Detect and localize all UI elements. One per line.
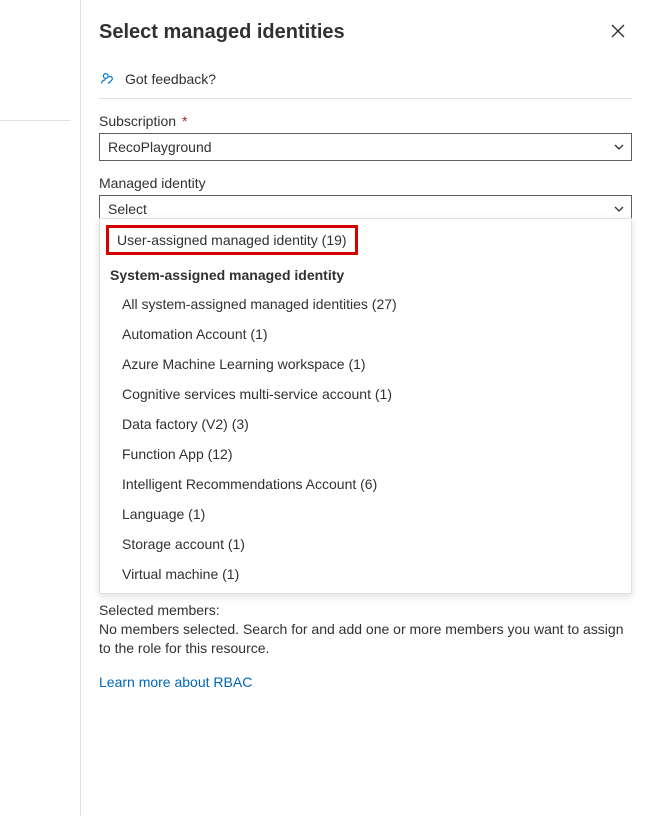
dropdown-option[interactable]: Automation Account (1) — [100, 319, 631, 349]
managed-identity-label: Managed identity — [99, 175, 632, 191]
close-button[interactable] — [604, 18, 632, 46]
dropdown-option[interactable]: Language (1) — [100, 499, 631, 529]
dropdown-option[interactable]: Function App (12) — [100, 439, 631, 469]
feedback-link[interactable]: Got feedback? — [99, 64, 632, 99]
subscription-label: Subscription — [99, 113, 176, 129]
learn-more-link[interactable]: Learn more about RBAC — [99, 674, 252, 690]
subscription-value: RecoPlayground — [108, 139, 212, 155]
dropdown-option[interactable]: All system-assigned managed identities (… — [100, 289, 631, 319]
subscription-label-row: Subscription * — [99, 113, 632, 129]
dropdown-option[interactable]: Storage account (1) — [100, 529, 631, 559]
dropdown-option[interactable]: Virtual machine (1) — [100, 559, 631, 589]
blade-panel: Select managed identities Got feedback? — [80, 0, 650, 816]
dropdown-option-user-assigned[interactable]: User-assigned managed identity (19) — [106, 225, 358, 255]
required-icon: * — [182, 113, 187, 129]
selected-members-text: No members selected. Search for and add … — [99, 620, 632, 658]
dropdown-option[interactable]: Azure Machine Learning workspace (1) — [100, 349, 631, 379]
managed-identity-dropdown: User-assigned managed identity (19) Syst… — [99, 218, 632, 594]
dropdown-option[interactable]: Intelligent Recommendations Account (6) — [100, 469, 631, 499]
feedback-label: Got feedback? — [125, 71, 216, 87]
dropdown-option-label: User-assigned managed identity (19) — [117, 232, 347, 248]
feedback-icon — [99, 70, 117, 88]
close-icon — [611, 24, 625, 41]
subscription-select[interactable]: RecoPlayground — [99, 133, 632, 161]
chevron-down-icon — [613, 141, 625, 153]
outer-divider — [0, 120, 70, 121]
dropdown-option[interactable]: Cognitive services multi-service account… — [100, 379, 631, 409]
selected-members-label: Selected members: — [99, 602, 632, 618]
chevron-down-icon — [613, 203, 625, 215]
dropdown-section-header: System-assigned managed identity — [100, 257, 631, 289]
dropdown-option[interactable]: Data factory (V2) (3) — [100, 409, 631, 439]
page-title: Select managed identities — [99, 20, 345, 44]
managed-identity-placeholder: Select — [108, 201, 147, 217]
